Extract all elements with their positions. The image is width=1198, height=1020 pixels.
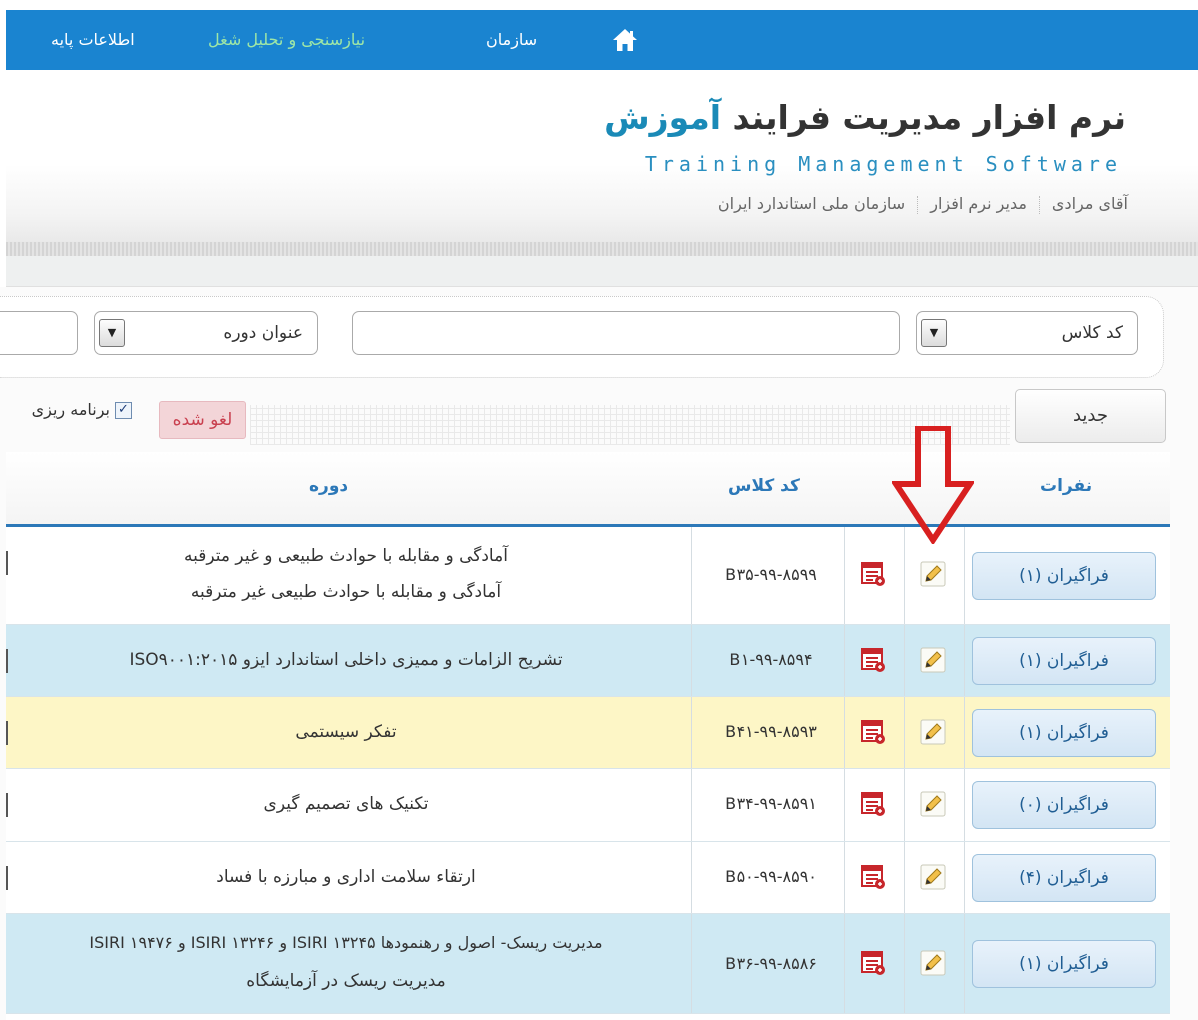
nav-item-needs-assessment[interactable]: نیازسنجی و تحلیل شغل <box>208 10 365 70</box>
app-title-highlight: آموزش <box>604 98 722 137</box>
learners-button[interactable]: فراگیران (۰) <box>972 781 1156 829</box>
column-separator <box>691 527 692 624</box>
report-icon[interactable] <box>858 948 888 978</box>
nav-item-base-info[interactable]: اطلاعات پایه <box>51 10 135 70</box>
table-row: فراگیران (۴) B۵۰-۹۹-۸۵۹۰ ارتقاء سلامت اد… <box>6 842 1170 914</box>
column-separator <box>964 914 965 1013</box>
report-icon[interactable] <box>858 862 888 892</box>
home-icon[interactable] <box>610 25 640 55</box>
top-navigation-bar: اطلاعات پایه نیازسنجی و تحلیل شغل سازمان <box>6 10 1198 70</box>
course-title: تکنیک های تصمیم گیری <box>263 794 429 814</box>
row-edge-marker <box>6 721 8 745</box>
edit-icon[interactable] <box>918 645 948 675</box>
report-icon[interactable] <box>858 789 888 819</box>
edit-icon[interactable] <box>918 789 948 819</box>
column-separator <box>904 914 905 1013</box>
cancelled-filter-badge[interactable]: لغو شده <box>159 401 246 439</box>
edit-icon[interactable] <box>918 717 948 747</box>
column-header-class-code[interactable]: کد کلاس <box>728 476 800 496</box>
column-separator <box>691 769 692 841</box>
course-subtitle: آمادگی و مقابله با حوادث طبیعی غیر مترقب… <box>190 582 502 602</box>
course-title-filter-input[interactable] <box>0 311 78 355</box>
app-subtitle: Training Management Software <box>644 152 1122 176</box>
row-edge-marker <box>6 793 8 817</box>
divider <box>1038 195 1040 214</box>
class-code: B۵۰-۹۹-۸۵۹۰ <box>725 867 817 886</box>
select-label: کد کلاس <box>1061 323 1123 343</box>
learners-button[interactable]: فراگیران (۱) <box>972 709 1156 757</box>
classes-table: نفرات کد کلاس دوره فراگیران (۱) B۳۵-۹۹-۸… <box>6 452 1170 1020</box>
filter-panel: کد کلاس ▼ عنوان دوره ▼ <box>0 296 1164 378</box>
column-separator <box>691 914 692 1013</box>
learners-button[interactable]: فراگیران (۱) <box>972 637 1156 685</box>
class-code: B۳۶-۹۹-۸۵۸۶ <box>725 954 817 973</box>
table-row: فراگیران (۱) B۴۱-۹۹-۸۵۹۳ تفکر سیستمی <box>6 697 1170 769</box>
learners-button[interactable]: فراگیران (۴) <box>972 854 1156 902</box>
header-divider <box>6 242 1198 256</box>
class-code: B۴۱-۹۹-۸۵۹۳ <box>725 722 817 741</box>
table-header: نفرات کد کلاس دوره <box>6 452 1170 527</box>
dropdown-arrow-icon[interactable]: ▼ <box>921 319 947 347</box>
annotation-arrow-icon <box>892 426 974 544</box>
column-header-learners[interactable]: نفرات <box>1040 476 1092 496</box>
app-header: نرم افزار مدیریت فرایند آموزش Training M… <box>6 70 1198 242</box>
user-role: مدیر نرم افزار <box>930 194 1027 213</box>
column-header-course[interactable]: دوره <box>309 476 348 496</box>
dropdown-arrow-icon[interactable]: ▼ <box>99 319 125 347</box>
app-title: نرم افزار مدیریت فرایند آموزش <box>604 98 1126 137</box>
course-title: آمادگی و مقابله با حوادث طبیعی و غیر متر… <box>184 546 508 566</box>
edit-icon[interactable] <box>918 862 948 892</box>
report-icon[interactable] <box>858 559 888 589</box>
table-row: فراگیران (۱) B۳۶-۹۹-۸۵۸۶ مدیریت ریسک- اص… <box>6 914 1170 1014</box>
planning-checkbox[interactable]: ✓ برنامه ریزی <box>0 400 132 430</box>
class-code: B۱-۹۹-۸۵۹۴ <box>729 650 813 669</box>
column-separator <box>964 697 965 768</box>
class-code: B۳۴-۹۹-۸۵۹۱ <box>725 794 817 813</box>
class-code-filter-select[interactable]: کد کلاس ▼ <box>916 311 1138 355</box>
learners-button[interactable]: فراگیران (۱) <box>972 940 1156 988</box>
class-code-filter-input[interactable] <box>352 311 900 355</box>
table-row: فراگیران (۰) B۳۴-۹۹-۸۵۹۱ تکنیک های تصمیم… <box>6 769 1170 842</box>
edit-icon[interactable] <box>918 559 948 589</box>
planning-label: برنامه ریزی <box>31 400 110 419</box>
learners-button[interactable]: فراگیران (۱) <box>972 552 1156 600</box>
column-separator <box>964 842 965 913</box>
class-code: B۳۵-۹۹-۸۵۹۹ <box>725 565 817 584</box>
course-title: تشریح الزامات و ممیزی داخلی استاندارد ای… <box>129 650 563 670</box>
edit-icon[interactable] <box>918 948 948 978</box>
table-row: فراگیران (۱) B۳۵-۹۹-۸۵۹۹ آمادگی و مقابله… <box>6 527 1170 625</box>
column-separator <box>904 769 905 841</box>
column-separator <box>691 625 692 696</box>
row-edge-marker <box>6 649 8 673</box>
column-separator <box>691 842 692 913</box>
report-icon[interactable] <box>858 645 888 675</box>
select-label: عنوان دوره <box>223 323 303 343</box>
column-separator <box>904 625 905 696</box>
checkbox-check-icon[interactable]: ✓ <box>115 402 132 419</box>
nav-item-organization[interactable]: سازمان <box>486 10 537 70</box>
column-separator <box>904 697 905 768</box>
course-subtitle: مدیریت ریسک در آزمایشگاه <box>246 971 446 991</box>
row-edge-marker <box>6 866 8 890</box>
report-icon[interactable] <box>858 717 888 747</box>
organization-name: سازمان ملی استاندارد ایران <box>717 194 906 213</box>
subheader-bar <box>6 256 1198 287</box>
divider <box>917 195 919 214</box>
row-edge-marker <box>6 551 8 575</box>
user-name: آقای مرادی <box>1051 194 1128 213</box>
column-separator <box>964 625 965 696</box>
user-info-line: آقای مرادی مدیر نرم افزار سازمان ملی استان… <box>718 194 1128 214</box>
course-title: ارتقاء سلامت اداری و مبارزه با فساد <box>216 867 476 887</box>
app-title-main: نرم افزار مدیریت فرایند <box>721 98 1126 137</box>
course-title: تفکر سیستمی <box>295 722 397 742</box>
course-title: مدیریت ریسک- اصول و رهنمودها ISIRI ۱۳۲۴۵… <box>89 933 603 952</box>
table-row: فراگیران (۱) B۱-۹۹-۸۵۹۴ تشریح الزامات و … <box>6 625 1170 697</box>
course-title-filter-select[interactable]: عنوان دوره ▼ <box>94 311 318 355</box>
column-separator <box>904 842 905 913</box>
column-separator <box>964 769 965 841</box>
new-button[interactable]: جدید <box>1015 389 1166 443</box>
column-separator <box>691 697 692 768</box>
